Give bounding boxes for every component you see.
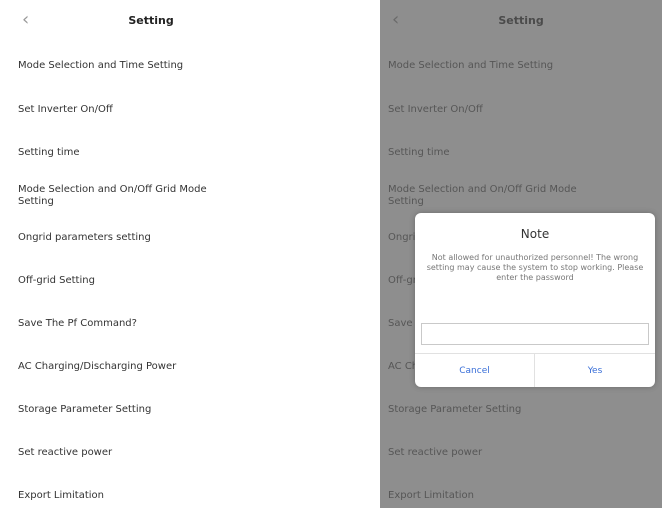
settings-item-mode-time[interactable]: Mode Selection and Time Setting ›	[10, 56, 292, 76]
chevron-right-icon: ›	[291, 317, 292, 331]
chevron-right-icon: ›	[291, 103, 292, 117]
settings-item-ongrid-params[interactable]: Ongrid parameters setting ›	[10, 228, 292, 248]
page-title: Setting	[498, 14, 544, 27]
settings-item-label: AC Charging/Discharging Power	[18, 361, 177, 372]
page-title: Setting	[128, 14, 174, 27]
chevron-right-icon: ›	[291, 59, 292, 73]
settings-item-pf-command[interactable]: Save The Pf Command? ›	[10, 314, 292, 334]
settings-item-label: Storage Parameter Setting	[388, 404, 522, 415]
settings-item-export-limitation[interactable]: Export Limitation ›	[10, 486, 292, 506]
settings-item-export-limitation: Export Limitation	[380, 486, 662, 506]
settings-item-inverter-onoff[interactable]: Set Inverter On/Off ›	[10, 100, 292, 120]
settings-item-label: Setting time	[18, 147, 80, 158]
cancel-button[interactable]: Cancel	[415, 354, 534, 387]
chevron-right-icon: ›	[291, 403, 292, 417]
chevron-right-icon: ›	[291, 189, 292, 203]
settings-item-label: Off-grid Setting	[18, 275, 95, 286]
yes-button[interactable]: Yes	[535, 354, 655, 387]
settings-item-setting-time: Setting time	[380, 143, 662, 163]
settings-item-label: Ongrid parameters setting	[18, 232, 151, 243]
chevron-right-icon: ›	[291, 146, 292, 160]
header: ‹ Setting	[380, 0, 662, 44]
settings-item-label: Export Limitation	[388, 490, 474, 501]
settings-item-label: Mode Selection and On/Off Grid Mode Sett…	[18, 184, 207, 207]
settings-item-label: Storage Parameter Setting	[18, 404, 152, 415]
password-dialog: Note Not allowed for unauthorized person…	[415, 213, 655, 387]
settings-item-storage: Storage Parameter Setting	[380, 400, 662, 420]
chevron-right-icon: ›	[291, 274, 292, 288]
chevron-right-icon: ›	[291, 231, 292, 245]
chevron-right-icon: ›	[291, 489, 292, 503]
settings-item-setting-time[interactable]: Setting time ›	[10, 143, 292, 163]
settings-item-label: Set Inverter On/Off	[18, 104, 113, 115]
settings-item-label: Set reactive power	[388, 447, 483, 458]
settings-item-ac-power[interactable]: AC Charging/Discharging Power ›	[10, 357, 292, 377]
settings-item-grid-mode: Mode Selection and On/Off Grid Mode Sett…	[380, 180, 662, 212]
chevron-right-icon: ›	[291, 360, 292, 374]
settings-item-label: Set Inverter On/Off	[388, 104, 483, 115]
settings-item-grid-mode[interactable]: Mode Selection and On/Off Grid Mode Sett…	[10, 180, 292, 212]
settings-item-mode-time: Mode Selection and Time Setting	[380, 56, 662, 76]
chevron-right-icon: ›	[291, 446, 292, 460]
password-input[interactable]	[421, 323, 649, 345]
settings-item-inverter-onoff: Set Inverter On/Off	[380, 100, 662, 120]
settings-item-label: Export Limitation	[18, 490, 104, 501]
settings-item-reactive-power[interactable]: Set reactive power ›	[10, 443, 292, 463]
settings-screen: ‹ Setting Mode Selection and Time Settin…	[10, 0, 292, 508]
dialog-title: Note	[520, 227, 550, 241]
settings-item-label: Mode Selection and Time Setting	[18, 60, 184, 71]
settings-item-offgrid[interactable]: Off-grid Setting ›	[10, 271, 292, 291]
settings-item-label: Save The Pf Command?	[18, 318, 137, 329]
header: ‹ Setting	[10, 0, 292, 44]
settings-item-label: Mode Selection and Time Setting	[388, 60, 554, 71]
dialog-message: Not allowed for unauthorized personnel! …	[426, 253, 644, 282]
settings-item-label: Set reactive power	[18, 447, 113, 458]
settings-item-label: Setting time	[388, 147, 450, 158]
settings-item-storage[interactable]: Storage Parameter Setting ›	[10, 400, 292, 420]
settings-item-reactive-power: Set reactive power	[380, 443, 662, 463]
settings-item-label: Mode Selection and On/Off Grid Mode Sett…	[388, 184, 577, 207]
